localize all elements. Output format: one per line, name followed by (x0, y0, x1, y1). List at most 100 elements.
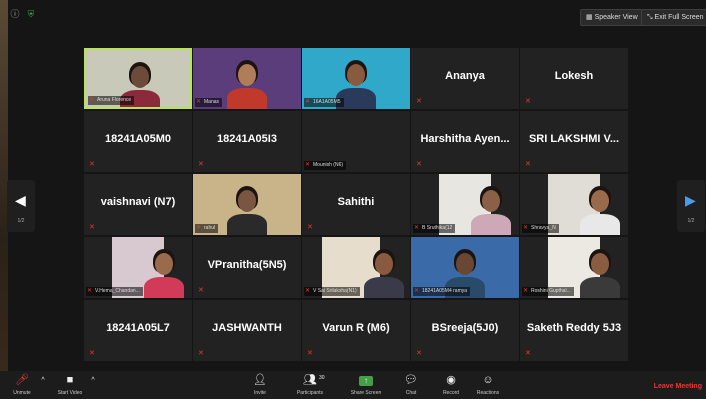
microphone-muted-icon: ✕ (89, 161, 95, 168)
prev-page-button[interactable]: ◀ 1/2 (7, 180, 35, 232)
participant-name: Ananya (445, 70, 485, 82)
participant-tile[interactable]: 18241A05I3 ✕ (193, 111, 301, 172)
participant-tile[interactable]: JASHWANTH ✕ (193, 300, 301, 361)
video-options-caret[interactable]: ^ (88, 374, 98, 387)
participant-tile[interactable]: Roshini Gupthal... ✕ (520, 237, 628, 298)
exit-fullscreen-button[interactable]: ⤡ Exit Full Screen (641, 9, 706, 26)
video-camera-icon: ■ (66, 374, 74, 386)
microphone-muted-icon: ✕ (196, 225, 202, 231)
grid-icon: ▦ (586, 14, 595, 21)
chat-label: Chat (405, 390, 417, 396)
record-button[interactable]: ◉ Record (433, 374, 469, 396)
chevron-up-icon: ^ (41, 377, 45, 384)
microphone-muted-icon: ✕ (414, 288, 420, 294)
microphone-muted-icon: ✕ (89, 97, 95, 103)
participant-name: 18241A05L7 (106, 322, 170, 334)
participant-tile[interactable]: B Sruthika(12 ✕ (411, 174, 519, 235)
participant-tile[interactable]: BSreeja(5J0) ✕ (411, 300, 519, 361)
microphone-muted-icon: ✕ (525, 98, 531, 105)
unmute-label: Unmute (13, 390, 31, 396)
participant-body (580, 214, 620, 235)
participant-tile[interactable]: Harshitha Ayen... ✕ (411, 111, 519, 172)
participant-tile[interactable]: V Sai Srilaksha(N1) ✕ (302, 237, 410, 298)
participant-tile[interactable]: vaishnavi (N7) ✕ (84, 174, 192, 235)
participant-tile[interactable]: 18241A05L7 ✕ (84, 300, 192, 361)
microphone-muted-icon: ✕ (305, 99, 311, 105)
microphone-muted-icon: ✕ (307, 350, 313, 357)
start-video-button[interactable]: ■ Start Video (52, 374, 88, 396)
participant-caption: V.Hema_Chandan... (86, 287, 143, 296)
participant-name: Harshitha Ayen... (420, 133, 510, 145)
participant-caption: Roshini Gupthal... (522, 287, 574, 296)
speaker-view-button[interactable]: ▦ Speaker View (580, 9, 644, 26)
participant-name: SRI LAKSHMI V... (528, 133, 620, 145)
participant-tile[interactable]: V.Hema_Chandan... ✕ (84, 237, 192, 298)
exit-fullscreen-label: Exit Full Screen (654, 14, 704, 21)
participant-body (144, 277, 184, 298)
participant-body (471, 214, 511, 235)
share-screen-label: Share Screen (350, 390, 382, 396)
participant-tile[interactable]: VPranitha(5N5) ✕ (193, 237, 301, 298)
participant-name: Lokesh (554, 70, 594, 82)
invite-label: Invite (254, 390, 266, 396)
invite-button[interactable]: 👤︎ Invite (242, 374, 278, 396)
participant-tile[interactable]: Mounish (N6) ✕ (302, 111, 410, 172)
speaker-view-label: Speaker View (594, 14, 638, 21)
share-screen-button[interactable]: ↑ Share Screen (348, 374, 384, 396)
participant-tile[interactable]: Manas ✕ (193, 48, 301, 109)
next-page-button[interactable]: ▶ 1/2 (677, 180, 705, 232)
participant-face (591, 190, 609, 212)
microphone-muted-icon: ✕ (525, 161, 531, 168)
participant-name: VPranitha(5N5) (207, 259, 287, 271)
participant-name: JASHWANTH (212, 322, 282, 334)
audio-options-caret[interactable]: ^ (38, 374, 48, 387)
participant-face (347, 64, 365, 86)
collapse-icon: ⤡ (647, 14, 655, 21)
chevron-right-icon: ▶ (685, 192, 696, 208)
microphone-muted-icon: ✕ (198, 287, 204, 294)
participant-body (580, 277, 620, 298)
participant-tile[interactable]: 18241A05M4 ramya ✕ (411, 237, 519, 298)
info-icon[interactable]: ⓘ (10, 9, 20, 19)
microphone-muted-icon: ✕ (416, 350, 422, 357)
participant-tile[interactable]: 16A1A05M5 ✕ (302, 48, 410, 109)
participant-name: Sahithi (337, 196, 375, 208)
chat-button[interactable]: 💬︎ Chat (393, 374, 429, 396)
participant-body (364, 277, 404, 298)
participant-name: BSreeja(5J0) (431, 322, 499, 334)
participant-tile[interactable]: Saketh Reddy 5J3 ✕ (520, 300, 628, 361)
participant-tile[interactable]: Aruna Florence ✕ (84, 48, 192, 109)
participant-caption: B Sruthika(12 (413, 224, 456, 233)
participant-tile[interactable]: Sahithi ✕ (302, 174, 410, 235)
microphone-muted-icon: ✕ (523, 225, 529, 231)
reactions-label: Reactions (476, 390, 500, 396)
participants-count: 30 (319, 375, 325, 381)
microphone-muted-icon: ✕ (307, 224, 313, 231)
participant-tile[interactable]: Lokesh ✕ (520, 48, 628, 109)
participants-label: Participants (296, 390, 324, 396)
start-video-label: Start Video (57, 390, 83, 396)
microphone-muted-icon: ✕ (525, 350, 531, 357)
participant-name: Varun R (M6) (322, 322, 390, 334)
participant-tile[interactable]: SRI LAKSHMI V... ✕ (520, 111, 628, 172)
chevron-up-icon: ^ (91, 377, 95, 384)
participant-caption: V Sai Srilaksha(N1) (304, 287, 360, 296)
unmute-button[interactable]: 🎤︎ Unmute (4, 374, 40, 396)
reactions-icon: ☺ (482, 374, 494, 386)
share-screen-icon: ↑ (348, 374, 384, 387)
zoom-window: ⓘ ⛨ ▦ Speaker View ⤡ Exit Full Screen ◀ … (0, 0, 706, 399)
participant-face (131, 66, 149, 88)
participants-button[interactable]: 👥︎ 30 Participants (292, 374, 328, 396)
participant-name: Saketh Reddy 5J3 (526, 322, 622, 334)
participant-tile[interactable]: rahul ✕ (193, 174, 301, 235)
participant-caption: Aruna Florence (88, 96, 135, 105)
participant-tile[interactable]: Ananya ✕ (411, 48, 519, 109)
participant-face (482, 190, 500, 212)
shield-icon[interactable]: ⛨ (26, 9, 36, 19)
participant-tile[interactable]: Shravya_N ✕ (520, 174, 628, 235)
reactions-button[interactable]: ☺ Reactions (470, 374, 506, 396)
participant-tile[interactable]: 18241A05M0 ✕ (84, 111, 192, 172)
microphone-muted-icon: ✕ (87, 288, 93, 294)
participant-tile[interactable]: Varun R (M6) ✕ (302, 300, 410, 361)
leave-meeting-button[interactable]: Leave Meeting (654, 383, 702, 390)
